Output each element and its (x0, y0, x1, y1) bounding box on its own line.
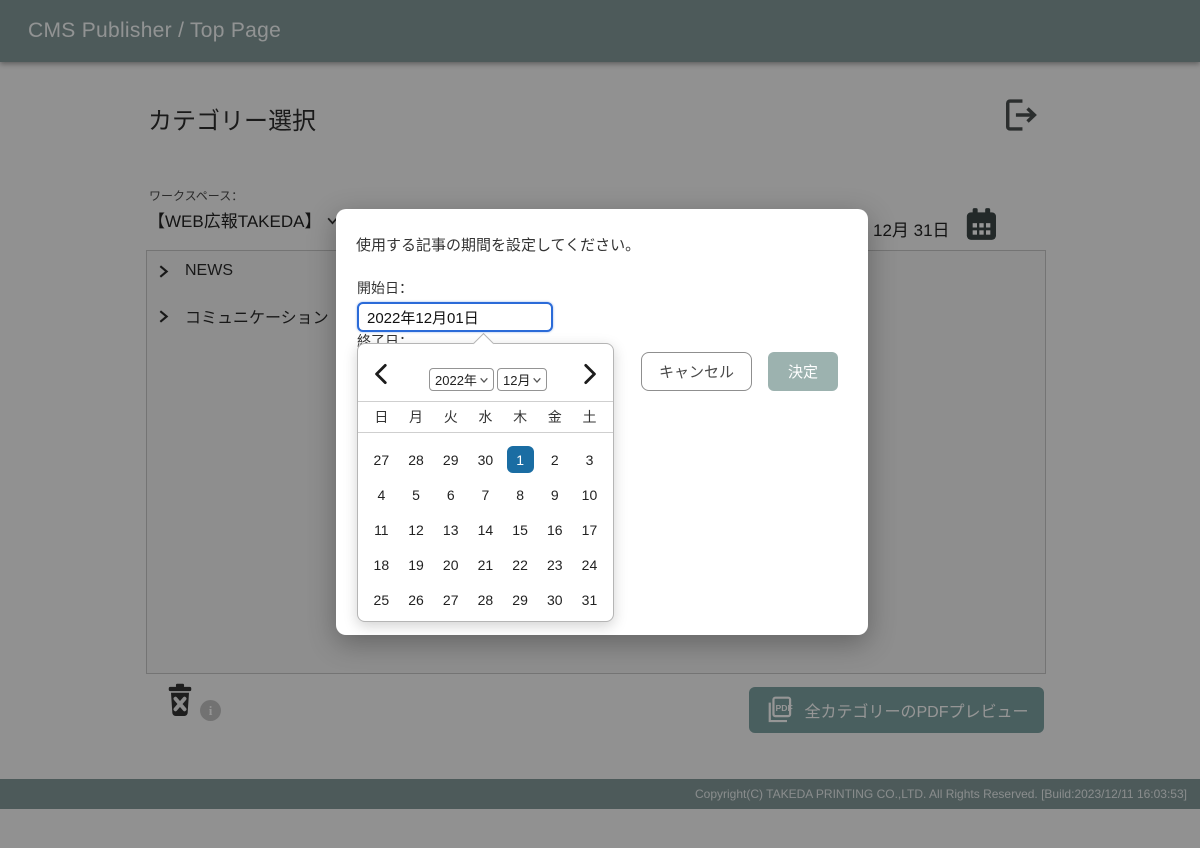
calendar-day[interactable]: 30 (468, 442, 503, 477)
weekday-label: 水 (468, 402, 503, 432)
calendar-day[interactable]: 27 (364, 442, 399, 477)
year-select-value: 2022年 (435, 370, 477, 389)
calendar-day[interactable]: 11 (364, 512, 399, 547)
screen: CMS Publisher / Top Page カテゴリー選択 ワークスペース… (0, 0, 1200, 848)
start-date-input[interactable] (357, 302, 553, 332)
chevron-down-icon (479, 375, 489, 385)
calendar-day[interactable]: 29 (503, 582, 538, 617)
calendar-day[interactable]: 19 (399, 547, 434, 582)
cancel-button[interactable]: キャンセル (641, 352, 752, 391)
calendar-day[interactable]: 1 (503, 442, 538, 477)
month-select-value: 12月 (503, 370, 530, 389)
calendar-day[interactable]: 20 (433, 547, 468, 582)
calendar-day[interactable]: 17 (572, 512, 607, 547)
calendar-day[interactable]: 27 (433, 582, 468, 617)
calendar-day[interactable]: 25 (364, 582, 399, 617)
calendar-day[interactable]: 31 (572, 582, 607, 617)
calendar-day[interactable]: 26 (399, 582, 434, 617)
date-picker-popup: 2022年 12月 日月火水木金土 2728293012345678910111… (357, 343, 614, 622)
calendar-day[interactable]: 30 (537, 582, 572, 617)
calendar-day[interactable]: 7 (468, 477, 503, 512)
calendar-day[interactable]: 15 (503, 512, 538, 547)
calendar-day[interactable]: 2 (537, 442, 572, 477)
calendar-day[interactable]: 28 (399, 442, 434, 477)
start-date-label: 開始日： (357, 278, 413, 298)
next-month-button[interactable] (576, 361, 602, 387)
calendar-day[interactable]: 9 (537, 477, 572, 512)
calendar-day[interactable]: 29 (433, 442, 468, 477)
calendar-day[interactable]: 10 (572, 477, 607, 512)
calendar-weekdays: 日月火水木金土 (358, 401, 613, 433)
period-dialog: 使用する記事の期間を設定してください。 開始日： 終了日： キャンセル 決定 2… (336, 209, 868, 635)
weekday-label: 月 (399, 402, 434, 432)
dialog-message: 使用する記事の期間を設定してください。 (356, 234, 640, 255)
prev-month-button[interactable] (369, 361, 395, 387)
calendar-day[interactable]: 14 (468, 512, 503, 547)
calendar-day[interactable]: 5 (399, 477, 434, 512)
month-select[interactable]: 12月 (497, 368, 547, 391)
weekday-label: 日 (364, 402, 399, 432)
ok-button[interactable]: 決定 (768, 352, 838, 391)
calendar-day[interactable]: 18 (364, 547, 399, 582)
weekday-label: 土 (572, 402, 607, 432)
year-select[interactable]: 2022年 (429, 368, 494, 391)
calendar-day[interactable]: 28 (468, 582, 503, 617)
calendar-day[interactable]: 3 (572, 442, 607, 477)
calendar-day[interactable]: 16 (537, 512, 572, 547)
calendar-day[interactable]: 8 (503, 477, 538, 512)
popup-caret (473, 333, 494, 354)
calendar-grid: 2728293012345678910111213141516171819202… (358, 434, 613, 617)
weekday-label: 金 (537, 402, 572, 432)
calendar-day[interactable]: 24 (572, 547, 607, 582)
weekday-label: 木 (503, 402, 538, 432)
chevron-down-icon (532, 375, 542, 385)
calendar-day[interactable]: 6 (433, 477, 468, 512)
calendar-day[interactable]: 21 (468, 547, 503, 582)
weekday-label: 火 (433, 402, 468, 432)
calendar-day[interactable]: 23 (537, 547, 572, 582)
calendar-day[interactable]: 13 (433, 512, 468, 547)
calendar-day[interactable]: 22 (503, 547, 538, 582)
calendar-day[interactable]: 4 (364, 477, 399, 512)
calendar-day[interactable]: 12 (399, 512, 434, 547)
